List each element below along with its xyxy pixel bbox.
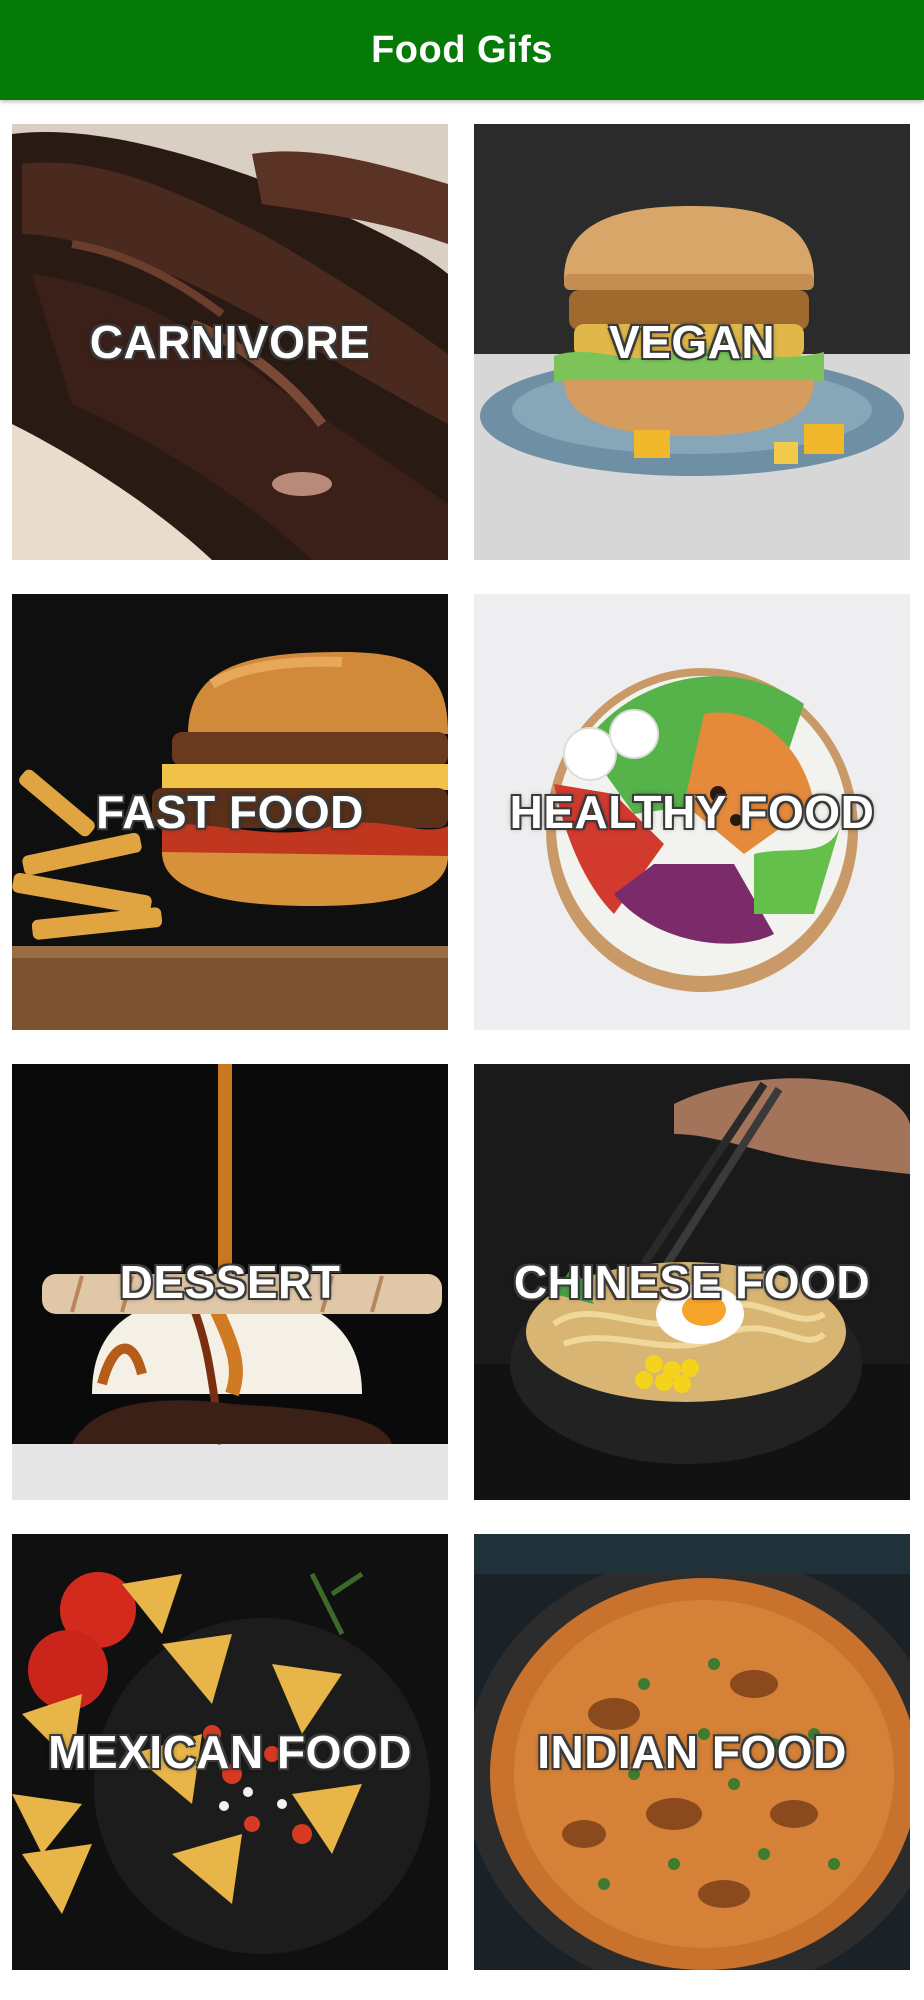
tile-label: DESSERT <box>119 1256 341 1308</box>
app-bar: Food Gifs <box>0 0 924 100</box>
tile-mexican-food[interactable]: MEXICAN FOOD <box>12 1534 448 1970</box>
tile-indian-food[interactable]: INDIAN FOOD <box>474 1534 910 1970</box>
tile-label: MEXICAN FOOD <box>48 1726 412 1778</box>
tile-healthy-food[interactable]: HEALTHY FOOD <box>474 594 910 1030</box>
tile-dessert[interactable]: DESSERT <box>12 1064 448 1500</box>
tile-carnivore[interactable]: CARNIVORE <box>12 124 448 560</box>
tile-label: HEALTHY FOOD <box>509 786 875 838</box>
app-title: Food Gifs <box>371 28 553 71</box>
tile-label: VEGAN <box>608 316 776 368</box>
tile-label: INDIAN FOOD <box>537 1726 847 1778</box>
tile-label: CHINESE FOOD <box>513 1256 871 1308</box>
tile-fast-food[interactable]: FAST FOOD <box>12 594 448 1030</box>
tile-label: FAST FOOD <box>96 786 364 838</box>
tile-label: CARNIVORE <box>89 316 371 368</box>
tile-chinese-food[interactable]: CHINESE FOOD <box>474 1064 910 1500</box>
tile-vegan[interactable]: VEGAN <box>474 124 910 560</box>
